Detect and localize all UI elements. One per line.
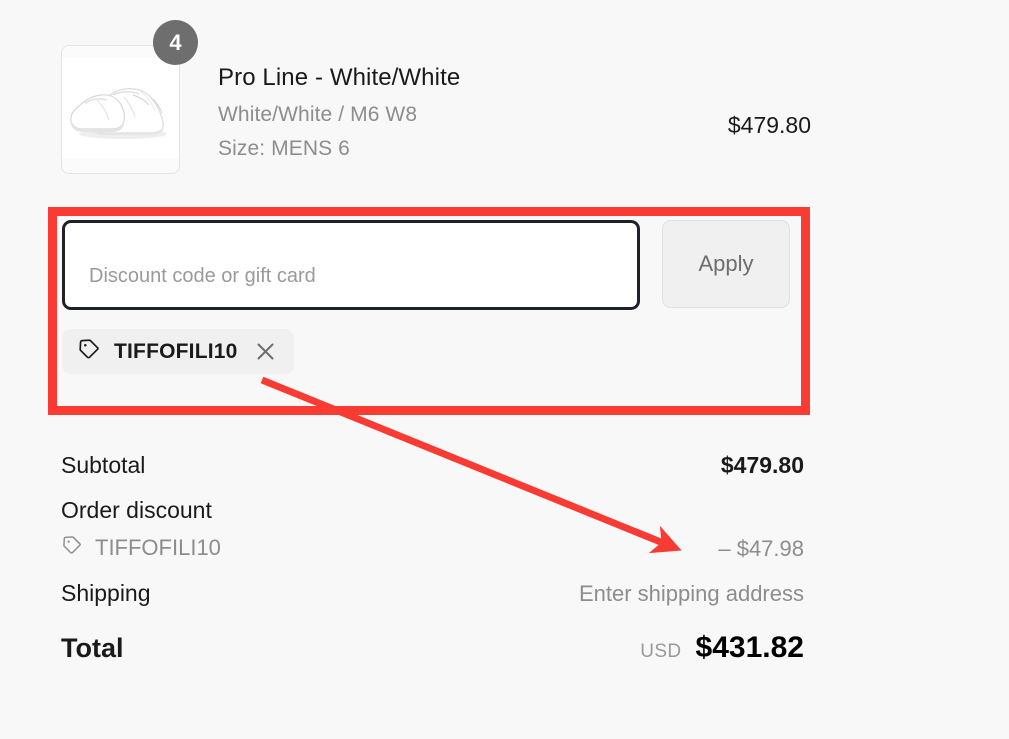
applied-discount-chip[interactable]: TIFFOFILI10 [62,329,294,374]
product-variant: White/White / M6 W8 [218,102,418,126]
tag-icon [77,337,101,366]
applied-discount-code: TIFFOFILI10 [114,339,238,363]
total-amount: $431.82 [695,631,804,664]
summary-row-discount-detail: TIFFOFILI10 – $47.98 [61,534,804,562]
close-x-icon[interactable] [255,341,276,362]
summary-row-order-discount: Order discount [61,497,804,524]
white-slip-on-shoe-icon [69,88,167,139]
product-thumbnail-wrap: 4 [61,20,198,176]
total-value-group: USD $431.82 [640,631,804,665]
product-details: Pro Line - White/White White/White / M6 … [218,45,811,166]
shoe-image [62,58,179,158]
total-currency: USD [640,641,682,662]
subtotal-label: Subtotal [61,452,146,478]
product-title: Pro Line - White/White [218,64,461,91]
summary-row-shipping: Shipping Enter shipping address [61,580,804,607]
discount-detail-label-group: TIFFOFILI10 [61,534,221,562]
summary-row-total: Total USD $431.82 [61,631,804,665]
product-thumbnail [61,45,180,174]
subtotal-value: $479.80 [720,452,804,478]
shipping-label: Shipping [61,580,151,606]
product-price: $479.80 [727,112,811,138]
discount-detail-code: TIFFOFILI10 [95,535,221,560]
discount-detail-value: – $47.98 [718,536,804,561]
discount-code-input[interactable] [62,220,640,310]
tag-icon [61,534,83,562]
apply-discount-button[interactable]: Apply [662,220,790,308]
total-label: Total [61,633,124,663]
order-discount-label: Order discount [61,497,212,523]
checkout-order-summary: 4 Pro Line - White/White White/White / M… [0,0,1009,739]
discount-section: Apply TIFFOFILI10 [62,220,802,374]
discount-input-group: Apply [62,220,802,310]
summary-row-subtotal: Subtotal $479.80 [61,452,804,479]
quantity-badge: 4 [153,20,198,65]
product-size: Size: MENS 6 [218,137,350,161]
product-line-item: 4 Pro Line - White/White White/White / M… [61,20,811,176]
order-summary-totals: Subtotal $479.80 Order discount TIFFOFIL… [61,452,804,665]
shipping-value: Enter shipping address [578,581,804,606]
